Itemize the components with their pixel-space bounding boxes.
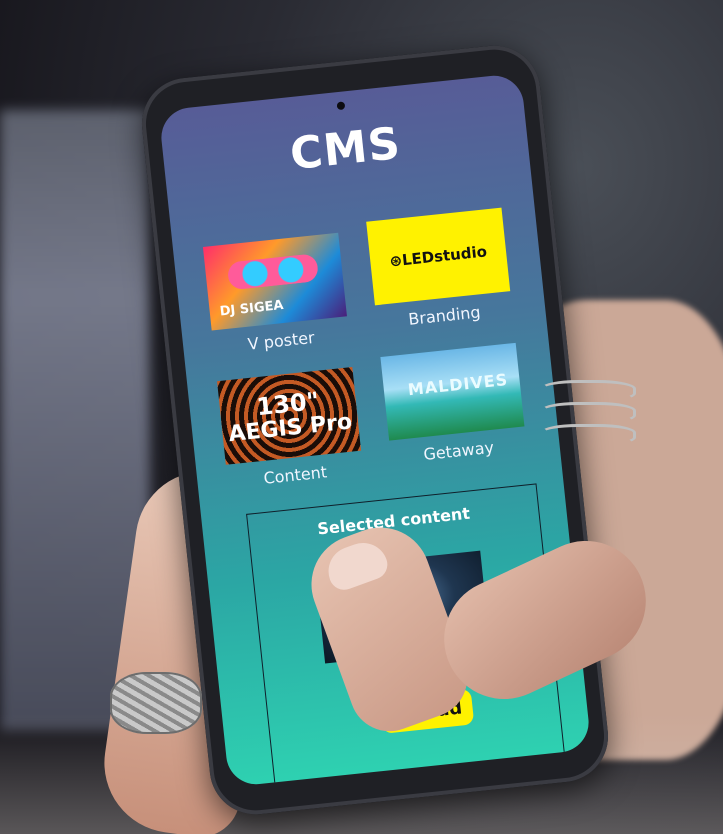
content-thumbnail[interactable]: 130" AEGIS Pro [217,367,362,465]
tile-label-v-poster: V poster [246,327,316,354]
getaway-text: MALDIVES [406,369,510,400]
poster-text: DJ SIGEA [219,297,285,320]
tile-label-content: Content [262,462,328,488]
tile-content[interactable]: 130" AEGIS Pro Content [217,367,362,488]
ring-1 [540,380,636,402]
tile-branding[interactable]: ⊛LEDstudio Branding [366,207,511,329]
thumb-nail [321,535,392,595]
stacked-rings [540,380,636,450]
photo-scene: CMS DJ SIGEA V poster ⊛LEDstudio Brandin… [0,0,723,834]
ring-2 [540,402,636,424]
camera-icon [336,101,346,111]
leaf-ring [110,672,202,734]
tile-v-poster[interactable]: DJ SIGEA V poster [202,232,347,354]
tile-label-branding: Branding [407,302,482,329]
content-product-text: AEGIS Pro [227,409,354,448]
tile-getaway[interactable]: MALDIVES Getaway [380,342,525,464]
sunglasses-graphic [226,253,320,291]
app-title: CMS [287,117,404,181]
ring-3 [540,424,636,446]
branding-thumbnail[interactable]: ⊛LEDstudio [366,207,511,306]
tile-label-getaway: Getaway [422,437,495,465]
getaway-thumbnail[interactable]: MALDIVES [380,342,525,441]
v-poster-thumbnail[interactable]: DJ SIGEA [202,232,347,331]
brand-logo-text: ⊛LEDstudio [388,242,488,271]
